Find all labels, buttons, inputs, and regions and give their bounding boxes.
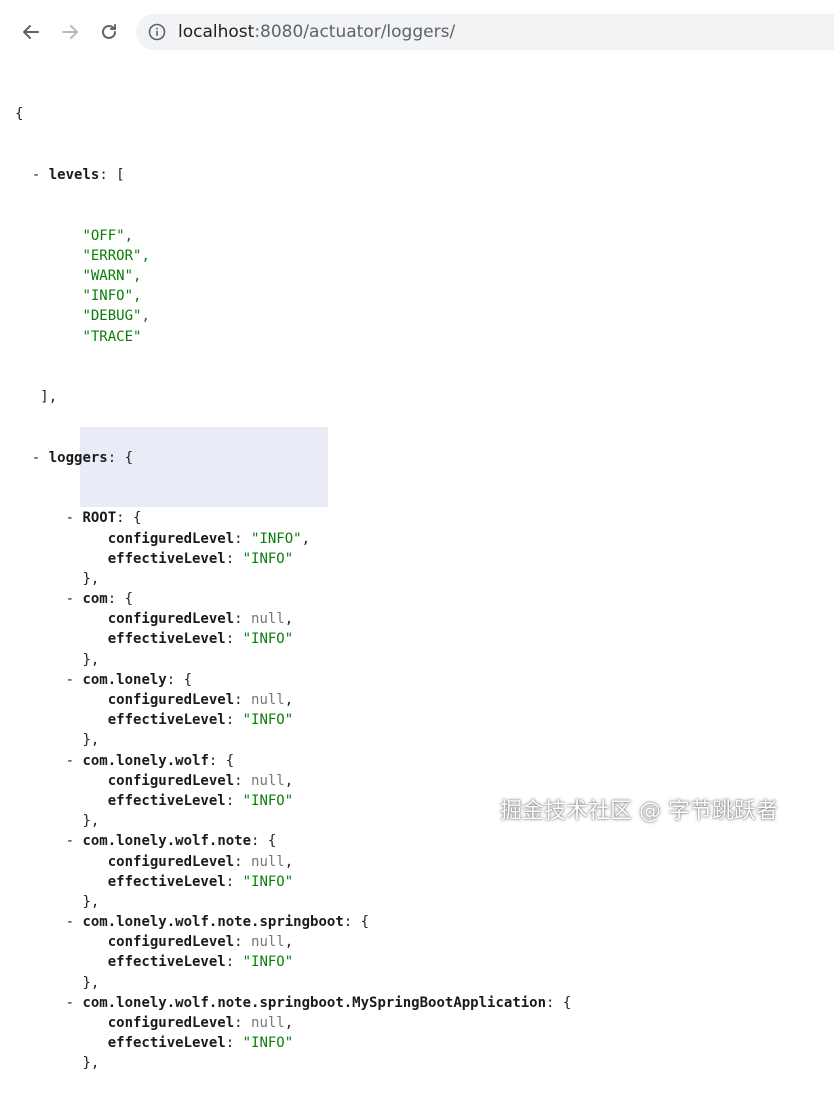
logger-name: com.lonely.wolf.note (82, 833, 252, 850)
logger-name: com.lonely.wolf.note.springboot.MySpring… (82, 994, 547, 1011)
browser-toolbar: localhost:8080/actuator/loggers/ (0, 0, 834, 62)
effective-level-value: "INFO" (242, 631, 294, 648)
effective-level-key: effectiveLevel (107, 954, 226, 971)
effective-level-key: effectiveLevel (107, 792, 226, 809)
level-value: "WARN", (82, 267, 142, 284)
arrow-right-icon (62, 25, 78, 39)
logger-name: com (82, 591, 108, 608)
configured-level-value: null (251, 772, 285, 789)
level-value: "OFF", (82, 227, 134, 244)
effective-level-value: "INFO" (242, 873, 294, 890)
level-value: "TRACE" (82, 328, 142, 345)
collapse-toggle[interactable]: - (66, 510, 74, 526)
logger-name: com.lonely.wolf (82, 752, 209, 769)
level-value: "DEBUG", (82, 308, 150, 325)
effective-level-key: effectiveLevel (107, 1035, 226, 1052)
effective-level-value: "INFO" (242, 550, 294, 567)
configured-level-key: configuredLevel (107, 611, 235, 628)
configured-level-value: null (251, 611, 285, 628)
configured-level-value: null (251, 692, 285, 708)
info-icon[interactable] (148, 23, 166, 41)
collapse-toggle[interactable]: - (66, 672, 74, 688)
configured-level-key: configuredLevel (107, 692, 235, 708)
url-path: :8080/actuator/loggers/ (254, 22, 456, 42)
configured-level-key: configuredLevel (107, 934, 235, 951)
back-button[interactable] (16, 17, 46, 47)
collapse-toggle[interactable]: - (66, 591, 74, 607)
logger-entry: - com.lonely.wolf: { configuredLevel: nu… (65, 752, 294, 830)
effective-level-key: effectiveLevel (107, 631, 226, 648)
json-viewer: { - levels: [ "OFF", "ERROR", "WARN", "I… (15, 64, 571, 1094)
configured-level-value: null (251, 1015, 285, 1031)
logger-entry: - com: { configuredLevel: null, effectiv… (65, 591, 294, 668)
logger-entry: - com.lonely.wolf.note: { configuredLeve… (65, 833, 294, 910)
json-key-loggers: loggers (48, 449, 108, 466)
collapse-toggle[interactable]: - (66, 914, 74, 930)
logger-entry: - com.lonely.wolf.note.springboot.MySpri… (65, 994, 572, 1072)
configured-level-value: "INFO" (251, 530, 302, 547)
collapse-toggle[interactable]: - (66, 995, 74, 1011)
address-bar[interactable]: localhost:8080/actuator/loggers/ (136, 14, 834, 50)
configured-level-value: null (251, 934, 285, 951)
level-value: "INFO", (82, 288, 142, 305)
logger-entry: - com.lonely.wolf.note.springboot: { con… (65, 914, 370, 991)
arrow-left-icon (23, 25, 39, 39)
effective-level-value: "INFO" (242, 792, 294, 809)
json-key-levels: levels (48, 167, 100, 183)
collapse-toggle[interactable]: - (32, 167, 40, 183)
configured-level-key: configuredLevel (107, 530, 235, 547)
level-value: "ERROR", (82, 247, 150, 264)
effective-level-key: effectiveLevel (107, 712, 226, 729)
watermark: 掘金技术社区 @ 字节跳跃者 (500, 799, 778, 824)
reload-button[interactable] (94, 17, 124, 47)
logger-name: com.lonely.wolf.note.springboot (82, 914, 344, 931)
configured-level-value: null (251, 853, 285, 870)
collapse-toggle[interactable]: - (32, 450, 40, 466)
effective-level-key: effectiveLevel (107, 873, 226, 890)
collapse-toggle[interactable]: - (66, 753, 74, 769)
configured-level-key: configuredLevel (107, 772, 235, 789)
levels-close: ], (40, 389, 58, 406)
effective-level-value: "INFO" (242, 1035, 294, 1052)
collapse-toggle[interactable]: - (66, 833, 74, 849)
logger-name: com.lonely (82, 671, 167, 688)
effective-level-value: "INFO" (242, 712, 294, 729)
configured-level-key: configuredLevel (107, 1015, 235, 1031)
effective-level-key: effectiveLevel (107, 550, 226, 567)
logger-entry: - ROOT: { configuredLevel: "INFO", effec… (65, 510, 311, 587)
forward-button[interactable] (55, 17, 85, 47)
reload-icon (102, 24, 116, 39)
effective-level-value: "INFO" (242, 954, 294, 971)
logger-entry: - com.lonely: { configuredLevel: null, e… (65, 671, 294, 749)
url-host: localhost (178, 22, 255, 42)
open-brace: { (15, 106, 24, 123)
url-text[interactable]: localhost:8080/actuator/loggers/ (178, 22, 455, 42)
logger-name: ROOT (82, 510, 117, 527)
configured-level-key: configuredLevel (107, 853, 235, 870)
